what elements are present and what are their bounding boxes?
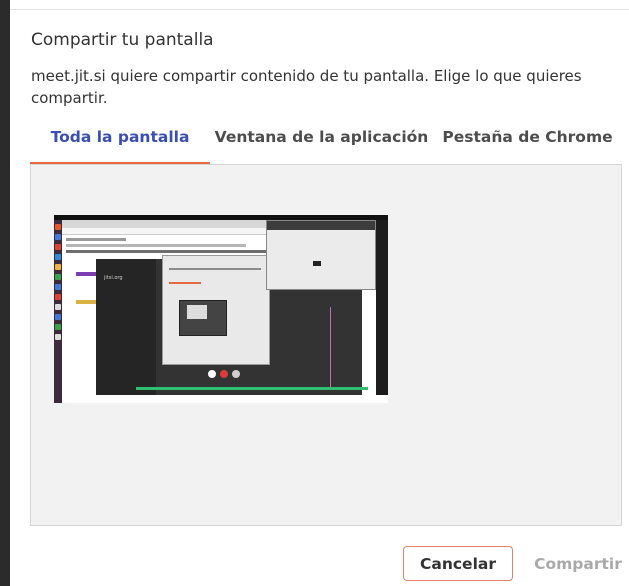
thumb-call-controls bbox=[96, 365, 362, 383]
dialog-title: Compartir tu pantalla bbox=[31, 30, 214, 50]
thumb-popup-header bbox=[267, 221, 375, 230]
thumb-yellow-block bbox=[76, 300, 98, 304]
thumb-hangup-icon bbox=[220, 370, 228, 378]
thumb-camera-icon bbox=[232, 370, 240, 378]
thumb-jitsi-logo: jitsi.org bbox=[104, 275, 123, 281]
thumb-purple-block bbox=[76, 272, 98, 276]
screen-thumbnail[interactable]: jitsi.org bbox=[54, 215, 388, 403]
thumb-text-line bbox=[66, 250, 266, 253]
thumb-dock bbox=[54, 220, 62, 403]
thumb-inner-dialog bbox=[162, 255, 270, 365]
tab-application-window[interactable]: Ventana de la aplicación bbox=[210, 124, 433, 164]
share-button[interactable]: Compartir bbox=[527, 546, 629, 581]
thumb-popup-icon bbox=[313, 261, 321, 266]
thumb-text-line bbox=[66, 238, 126, 241]
source-tabs: Toda la pantalla Ventana de la aplicació… bbox=[30, 124, 622, 164]
screen-preview-panel: jitsi.org bbox=[30, 164, 622, 526]
thumb-bottom-bar bbox=[62, 395, 388, 403]
tab-chrome-tab[interactable]: Pestaña de Chrome bbox=[433, 124, 622, 164]
thumb-text-line bbox=[66, 244, 246, 247]
thumb-green-bar bbox=[136, 387, 368, 390]
thumb-right-strip bbox=[376, 220, 388, 403]
window-top-border bbox=[10, 0, 629, 10]
thumb-popup-window bbox=[266, 220, 376, 290]
dialog-message: meet.jit.si quiere compartir contenido d… bbox=[31, 67, 582, 107]
cancel-button[interactable]: Cancelar bbox=[403, 546, 513, 581]
share-screen-dialog: Compartir tu pantalla meet.jit.si quiere… bbox=[10, 10, 629, 586]
thumb-inner-text bbox=[169, 268, 261, 270]
thumb-inner-preview-window bbox=[187, 305, 207, 319]
thumb-pink-line bbox=[330, 307, 331, 387]
window-left-edge bbox=[0, 0, 10, 586]
thumb-inner-tab-underline bbox=[169, 282, 201, 284]
tab-entire-screen[interactable]: Toda la pantalla bbox=[30, 124, 210, 164]
thumb-mic-icon bbox=[208, 370, 216, 378]
